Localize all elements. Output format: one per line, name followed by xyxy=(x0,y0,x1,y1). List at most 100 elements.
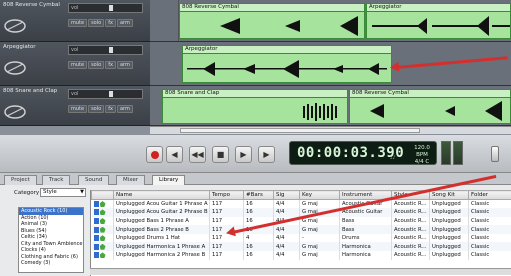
table-row[interactable]: Unplugged Harmonica 1 Phrase A 117 16 4/4 G … xyxy=(91,242,511,252)
column-header[interactable]: Song Kit xyxy=(429,190,469,200)
row-icons[interactable] xyxy=(91,208,114,217)
favorite-icon[interactable] xyxy=(99,201,106,208)
solo-button[interactable]: solo xyxy=(88,61,105,69)
fx-button[interactable]: fx xyxy=(105,105,116,113)
table-cell: Unplugged Acou Guitar 2 Phrase B xyxy=(113,208,210,217)
mute-button[interactable]: mute xyxy=(68,19,88,27)
row-icons[interactable] xyxy=(91,199,114,209)
cymbal-icon xyxy=(4,19,26,33)
record-button[interactable] xyxy=(146,146,163,163)
mute-button[interactable]: mute xyxy=(68,105,88,113)
column-header[interactable]: #Bars xyxy=(243,190,274,200)
waveform xyxy=(220,16,358,36)
table-row[interactable]: Unplugged Harmonica 2 Phrase B 117 16 4/4 G … xyxy=(91,251,511,260)
audio-clip[interactable]: 808 Reverse Cymbal xyxy=(179,3,365,39)
favorite-icon[interactable] xyxy=(99,252,106,259)
table-cell: 16 xyxy=(243,251,274,260)
arm-button[interactable]: arm xyxy=(116,105,133,113)
table-row[interactable]: Unplugged Acou Guitar 1 Phrase A 117 16 4/4… xyxy=(91,199,511,209)
tab-mixer[interactable]: Mixer xyxy=(116,175,146,185)
table-cell: Unplugged xyxy=(429,233,469,243)
audio-clip[interactable]: Arpeggiator xyxy=(182,45,392,83)
table-cell: 4/4 xyxy=(273,242,300,252)
back-button[interactable]: ◀ xyxy=(166,146,183,163)
track-lane-2[interactable]: Arpeggiator xyxy=(150,42,511,86)
column-header[interactable]: Name xyxy=(113,190,210,200)
favorite-icon[interactable] xyxy=(99,209,106,216)
table-cell: Acoustic R... xyxy=(391,251,430,260)
row-icons[interactable] xyxy=(91,251,114,260)
arm-button[interactable]: arm xyxy=(116,19,133,27)
column-header[interactable]: Tempo xyxy=(209,190,244,200)
table-scrollbar[interactable] xyxy=(90,268,511,275)
audio-clip[interactable]: Arpeggiator xyxy=(366,3,511,39)
favorite-icon[interactable] xyxy=(99,235,106,242)
volume-slider[interactable]: vol xyxy=(68,45,143,55)
table-cell: 4/4 xyxy=(273,199,300,209)
track-header-1[interactable]: 808 Reverse Cymbal vol mute solo fx arm xyxy=(0,0,150,42)
play-button[interactable]: ▶ xyxy=(235,146,252,163)
tab-project[interactable]: Project xyxy=(4,175,37,185)
table-cell: 117 xyxy=(209,216,244,226)
table-cell: Bass xyxy=(339,225,392,234)
tempo-readout[interactable]: 120.0 BPM 4/4 C xyxy=(408,145,436,166)
track-lane-3[interactable]: 808 Snare and Clap 808 Reverse Cymbal xyxy=(150,86,511,126)
table-row[interactable]: Unplugged Bass 2 Phrase B117164/4G majBa… xyxy=(91,225,511,234)
track-area: 808 Reverse Cymbal vol mute solo fx arm … xyxy=(0,0,511,135)
audio-clip[interactable]: 808 Reverse Cymbal xyxy=(349,89,511,124)
category-item[interactable]: Comedy (3) xyxy=(19,260,83,267)
category-dropdown[interactable]: Style ▼ xyxy=(40,188,86,197)
audio-file-icon[interactable] xyxy=(93,209,99,216)
column-header[interactable]: Folder xyxy=(468,190,511,200)
row-icons[interactable] xyxy=(91,216,114,226)
volume-slider[interactable]: vol xyxy=(68,3,143,13)
track-lane-1[interactable]: 808 Reverse Cymbal Arpeggiator xyxy=(150,0,511,42)
table-cell: 4/4 xyxy=(273,233,300,243)
metronome-icon[interactable]: ♩♪ xyxy=(390,155,396,161)
rewind-button[interactable]: ◀◀ xyxy=(189,146,206,163)
favorite-icon[interactable] xyxy=(99,226,106,233)
column-header[interactable]: Key xyxy=(299,190,340,200)
audio-file-icon[interactable] xyxy=(93,243,99,250)
column-header[interactable] xyxy=(91,190,114,200)
table-cell: G maj xyxy=(299,199,340,209)
track-header-2[interactable]: Arpeggiator vol mute solo fx arm xyxy=(0,42,150,86)
master-volume-knob[interactable] xyxy=(491,146,499,162)
audio-file-icon[interactable] xyxy=(93,252,99,259)
row-icons[interactable] xyxy=(91,242,114,252)
table-cell: 16 xyxy=(243,208,274,217)
track-header-3[interactable]: 808 Snare and Clap vol mute solo fx arm xyxy=(0,86,150,126)
category-label: Category xyxy=(14,190,40,196)
favorite-icon[interactable] xyxy=(99,243,106,250)
table-cell: Acoustic R... xyxy=(391,216,430,226)
audio-clip[interactable]: 808 Snare and Clap xyxy=(162,89,348,124)
fx-button[interactable]: fx xyxy=(105,61,116,69)
table-cell: Classic xyxy=(468,208,511,217)
solo-button[interactable]: solo xyxy=(88,105,105,113)
row-icons[interactable] xyxy=(91,225,114,234)
audio-file-icon[interactable] xyxy=(93,235,99,242)
table-row[interactable]: Unplugged Drums 1 Hat 117 4 4/4- Drums Acoust… xyxy=(91,233,511,243)
timeline-scrollbar[interactable] xyxy=(150,126,511,134)
tab-track[interactable]: Track xyxy=(42,175,71,185)
category-list[interactable]: Acoustic Rock (10) Action (10) Animal (3) B… xyxy=(18,207,84,273)
tab-sound[interactable]: Sound xyxy=(78,175,110,185)
fast-forward-button[interactable]: ▶ xyxy=(258,146,275,163)
library-browser: Category Style ▼ Acoustic Rock (10) Actio… xyxy=(0,174,511,276)
fx-button[interactable]: fx xyxy=(105,19,116,27)
stop-button[interactable]: ■ xyxy=(212,146,229,163)
audio-file-icon[interactable] xyxy=(93,226,99,233)
audio-file-icon[interactable] xyxy=(93,217,99,224)
arm-button[interactable]: arm xyxy=(116,61,133,69)
mute-button[interactable]: mute xyxy=(68,61,88,69)
table-cell: Harmonica xyxy=(339,242,392,252)
solo-button[interactable]: solo xyxy=(88,19,105,27)
table-cell: 4 xyxy=(243,233,274,243)
row-icons[interactable] xyxy=(91,233,114,243)
audio-file-icon[interactable] xyxy=(93,201,99,208)
favorite-icon[interactable] xyxy=(99,217,106,224)
tab-library[interactable]: Library xyxy=(152,175,186,185)
table-cell: Acoustic R... xyxy=(391,199,430,209)
volume-slider[interactable]: vol xyxy=(68,89,143,99)
column-header[interactable]: Sig xyxy=(273,190,300,200)
